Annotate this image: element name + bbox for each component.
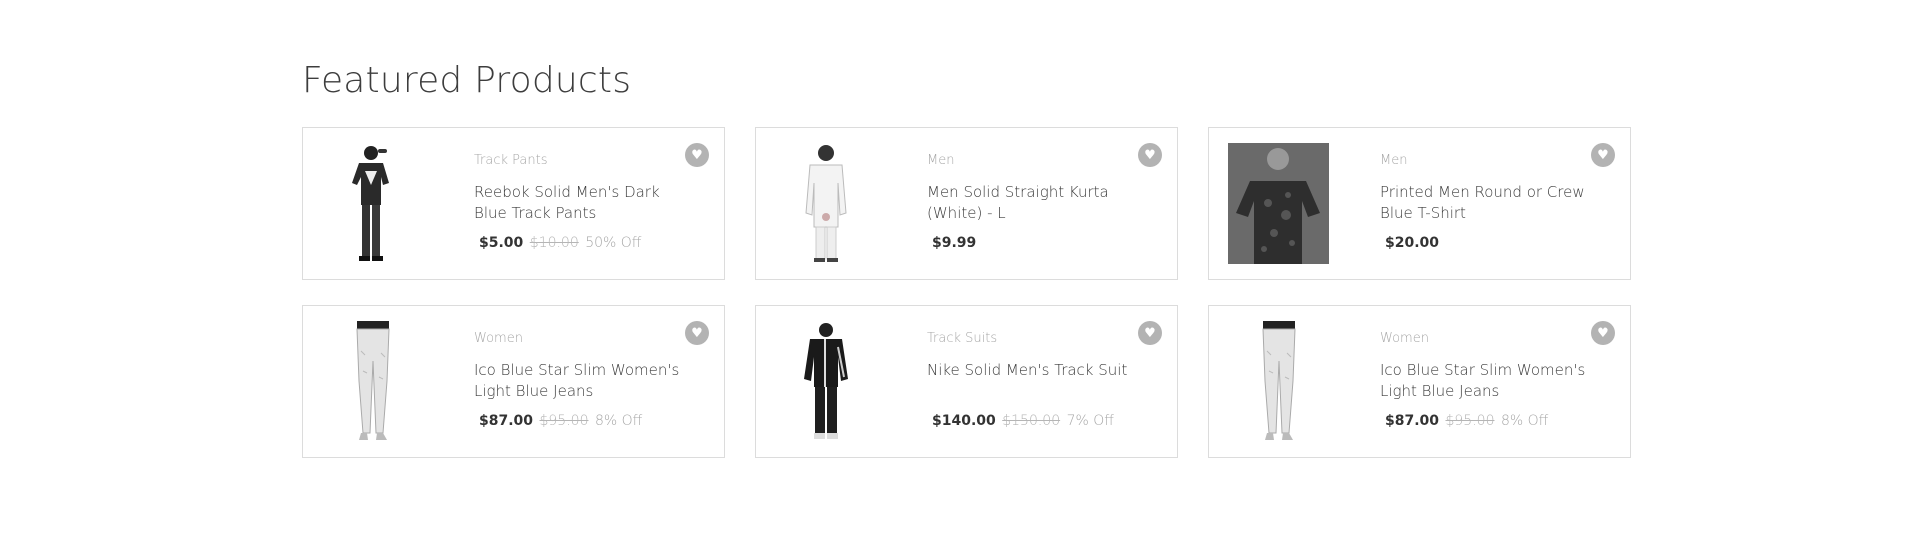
product-info: Men Men Solid Straight Kurta (White) - L <box>927 153 1147 224</box>
product-title[interactable]: Men Solid Straight Kurta (White) - L <box>927 182 1147 224</box>
heart-icon: ♥ <box>1597 147 1609 163</box>
product-price: $140.00 <box>932 413 996 429</box>
product-price: $9.99 <box>932 235 977 251</box>
product-discount: 7% Off <box>1066 413 1114 429</box>
price-row: $9.99 <box>932 235 980 251</box>
product-category: Women <box>474 331 523 346</box>
product-old-price: $95.00 <box>539 413 589 429</box>
product-image[interactable] <box>322 143 423 264</box>
product-image[interactable] <box>1228 143 1329 264</box>
wishlist-button[interactable]: ♥ <box>1591 143 1615 167</box>
price-row: $87.00 $95.00 8% Off <box>479 413 642 429</box>
heart-icon: ♥ <box>1144 325 1156 341</box>
product-title[interactable]: Ico Blue Star Slim Women's Light Blue Je… <box>474 360 694 402</box>
product-title[interactable]: Reebok Solid Men's Dark Blue Track Pants <box>474 182 694 224</box>
heart-icon: ♥ <box>691 325 703 341</box>
product-card[interactable]: Men Printed Men Round or Crew Blue T-Shi… <box>1208 127 1631 280</box>
product-discount: 50% Off <box>585 235 642 251</box>
product-card[interactable]: Track Pants Reebok Solid Men's Dark Blue… <box>302 127 725 280</box>
product-old-price: $95.00 <box>1445 413 1495 429</box>
product-category: Women <box>1380 331 1429 346</box>
product-title[interactable]: Printed Men Round or Crew Blue T-Shirt <box>1380 182 1600 224</box>
wishlist-button[interactable]: ♥ <box>1138 143 1162 167</box>
product-info: Track Pants Reebok Solid Men's Dark Blue… <box>474 153 694 224</box>
product-category: Men <box>1380 153 1408 168</box>
product-image[interactable] <box>1228 321 1329 442</box>
product-discount: 8% Off <box>1500 413 1549 429</box>
heart-icon: ♥ <box>1144 147 1156 163</box>
product-price: $20.00 <box>1385 235 1440 251</box>
product-title[interactable]: Nike Solid Men's Track Suit <box>927 360 1147 402</box>
price-row: $5.00 $10.00 50% Off <box>479 235 641 251</box>
price-row: $140.00 $150.00 7% Off <box>932 413 1114 429</box>
product-grid: Track Pants Reebok Solid Men's Dark Blue… <box>302 127 1631 458</box>
product-card[interactable]: Women Ico Blue Star Slim Women's Light B… <box>302 305 725 458</box>
product-info: Women Ico Blue Star Slim Women's Light B… <box>1380 331 1600 402</box>
price-row: $20.00 <box>1385 235 1443 251</box>
product-category: Men <box>927 153 955 168</box>
product-category: Track Pants <box>474 153 548 168</box>
product-info: Women Ico Blue Star Slim Women's Light B… <box>474 331 694 402</box>
wishlist-button[interactable]: ♥ <box>685 321 709 345</box>
product-title[interactable]: Ico Blue Star Slim Women's Light Blue Je… <box>1380 360 1600 402</box>
product-info: Track Suits Nike Solid Men's Track Suit <box>927 331 1147 402</box>
product-discount: 8% Off <box>594 413 643 429</box>
product-image[interactable] <box>775 143 876 264</box>
product-card[interactable]: Women Ico Blue Star Slim Women's Light B… <box>1208 305 1631 458</box>
price-row: $87.00 $95.00 8% Off <box>1385 413 1548 429</box>
product-old-price: $10.00 <box>529 235 579 251</box>
heart-icon: ♥ <box>1597 325 1609 341</box>
product-price: $5.00 <box>479 235 524 251</box>
section-title: Featured Products <box>302 60 632 101</box>
wishlist-button[interactable]: ♥ <box>685 143 709 167</box>
product-category: Track Suits <box>927 331 998 346</box>
product-old-price: $150.00 <box>1002 413 1061 429</box>
product-price: $87.00 <box>479 413 534 429</box>
product-image[interactable] <box>322 321 423 442</box>
product-card[interactable]: Track Suits Nike Solid Men's Track Suit … <box>755 305 1178 458</box>
product-price: $87.00 <box>1385 413 1440 429</box>
product-card[interactable]: Men Men Solid Straight Kurta (White) - L… <box>755 127 1178 280</box>
product-info: Men Printed Men Round or Crew Blue T-Shi… <box>1380 153 1600 224</box>
wishlist-button[interactable]: ♥ <box>1138 321 1162 345</box>
product-image[interactable] <box>775 321 876 442</box>
heart-icon: ♥ <box>691 147 703 163</box>
wishlist-button[interactable]: ♥ <box>1591 321 1615 345</box>
